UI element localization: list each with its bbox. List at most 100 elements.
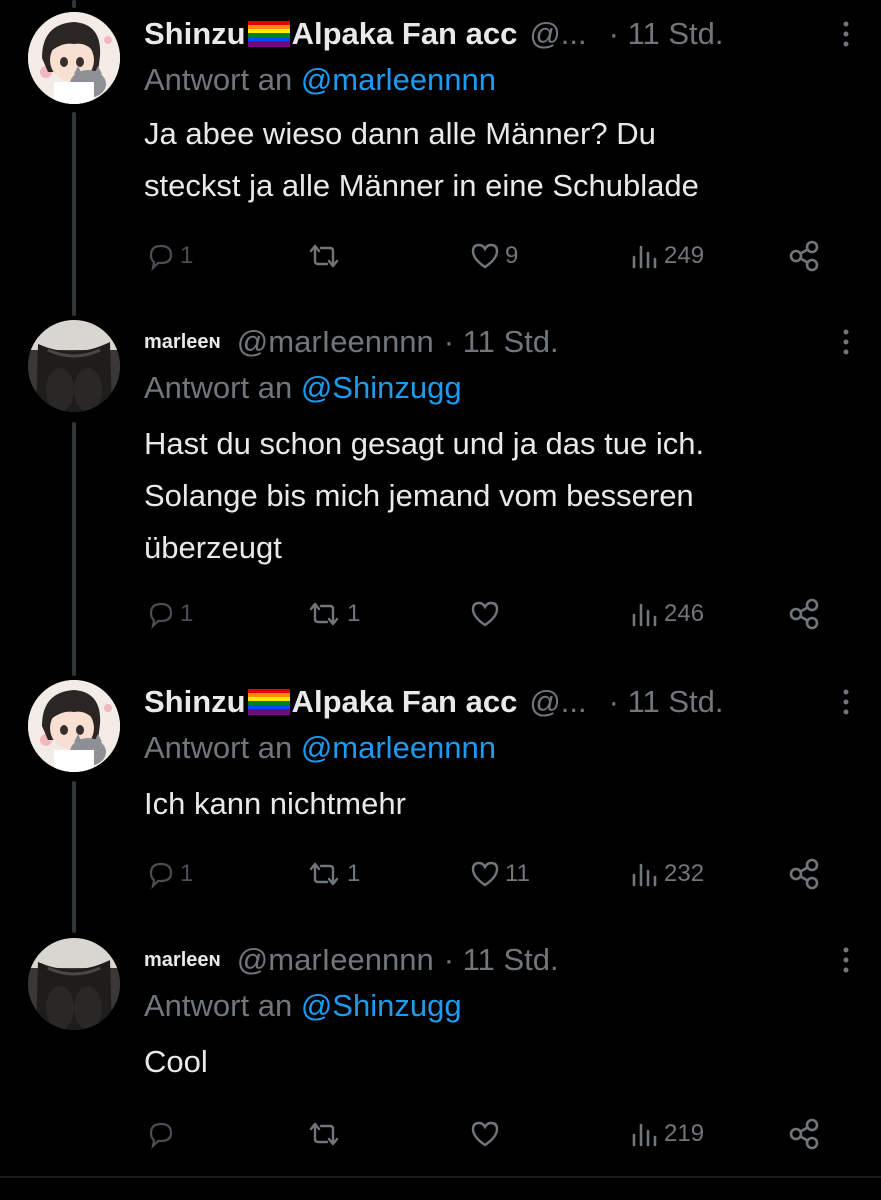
avatar[interactable] bbox=[28, 938, 120, 1030]
display-name[interactable]: Shinzu bbox=[144, 684, 246, 720]
tweet-text-line: Solange bis mich jemand vom besseren bbox=[144, 478, 694, 513]
views-icon bbox=[632, 603, 657, 627]
divider bbox=[0, 1176, 881, 1178]
views-count: 249 bbox=[664, 242, 705, 269]
timestamp[interactable]: · 11 Std. bbox=[444, 942, 559, 978]
tweet-actions: 1 9 249 bbox=[0, 236, 881, 276]
reply-button[interactable]: 1 bbox=[146, 236, 193, 276]
views-count: 219 bbox=[664, 1120, 705, 1147]
share-button[interactable] bbox=[788, 854, 822, 894]
display-name[interactable]: marleeɴ bbox=[144, 949, 221, 972]
like-icon bbox=[471, 243, 499, 269]
reply-prefix: Antwort an bbox=[144, 730, 293, 765]
tweet-text-line: Hast du schon gesagt und ja das tue ich. bbox=[144, 426, 705, 461]
tweet-text-line: steckst ja alle Männer in eine Schublade bbox=[144, 168, 699, 203]
share-icon bbox=[789, 598, 819, 630]
reply-button[interactable] bbox=[146, 1114, 180, 1154]
rainbow-flag-icon bbox=[247, 689, 290, 715]
share-button[interactable] bbox=[788, 236, 822, 276]
more-options-icon[interactable] bbox=[841, 20, 851, 50]
more-options-icon[interactable] bbox=[841, 328, 851, 358]
reply-prefix: Antwort an bbox=[144, 370, 293, 405]
repost-icon bbox=[309, 602, 339, 626]
timestamp[interactable]: · 11 Std. bbox=[444, 324, 559, 360]
views-icon bbox=[632, 863, 657, 887]
reply-context: Antwort an @marleennnn bbox=[144, 730, 496, 766]
views-button[interactable]: 246 bbox=[630, 594, 704, 634]
tweet-text: Ich kann nichtmehr bbox=[144, 778, 844, 830]
share-icon bbox=[789, 240, 819, 272]
tweet-text: Cool bbox=[144, 1036, 844, 1088]
views-icon bbox=[632, 1123, 657, 1147]
reply-icon bbox=[149, 862, 173, 889]
repost-button[interactable]: 1 bbox=[305, 854, 360, 894]
tweet-header: Shinzu Alpaka Fan acc @... · 11 Std. bbox=[144, 12, 724, 56]
reply-handle-link[interactable]: @marleennnn bbox=[301, 62, 496, 97]
share-button[interactable] bbox=[788, 1114, 822, 1154]
like-icon bbox=[471, 601, 499, 627]
reply-prefix: Antwort an bbox=[144, 988, 293, 1023]
reply-icon bbox=[149, 244, 173, 271]
user-handle[interactable]: @... bbox=[529, 16, 586, 52]
timestamp[interactable]: · 11 Std. bbox=[609, 684, 724, 720]
more-options-icon[interactable] bbox=[841, 688, 851, 718]
like-count: 9 bbox=[505, 242, 519, 269]
views-button[interactable]: 249 bbox=[630, 236, 704, 276]
reply-context: Antwort an @Shinzugg bbox=[144, 370, 462, 406]
repost-button[interactable] bbox=[305, 1114, 347, 1154]
user-handle[interactable]: @marIeennnn bbox=[237, 942, 434, 978]
tweet-text-line: Ja abee wieso dann alle Männer? Du bbox=[144, 116, 656, 151]
tweet-actions: 1 1 246 bbox=[0, 594, 881, 634]
reply-count: 1 bbox=[180, 860, 194, 887]
avatar[interactable] bbox=[28, 320, 120, 412]
thread-line bbox=[72, 0, 76, 8]
repost-button[interactable]: 1 bbox=[305, 594, 360, 634]
like-button[interactable] bbox=[469, 594, 505, 634]
reply-count: 1 bbox=[180, 242, 194, 269]
reply-handle-link[interactable]: @Shinzugg bbox=[301, 370, 462, 405]
reply-button[interactable]: 1 bbox=[146, 854, 193, 894]
share-icon bbox=[789, 1118, 819, 1150]
like-button[interactable]: 9 bbox=[469, 236, 518, 276]
repost-icon bbox=[309, 1122, 339, 1146]
tweet-header: Shinzu Alpaka Fan acc @... · 11 Std. bbox=[144, 680, 724, 724]
tweet-header: marleeɴ @marIeennnn · 11 Std. bbox=[144, 320, 559, 364]
display-name-suffix[interactable]: Alpaka Fan acc bbox=[292, 16, 518, 52]
reply-prefix: Antwort an bbox=[144, 62, 293, 97]
rainbow-flag-icon bbox=[247, 21, 290, 47]
like-button[interactable]: 11 bbox=[469, 854, 530, 894]
views-button[interactable]: 232 bbox=[630, 854, 704, 894]
reply-icon bbox=[149, 1122, 173, 1149]
reply-handle-link[interactable]: @marleennnn bbox=[301, 730, 496, 765]
tweet-text-line: Ich kann nichtmehr bbox=[144, 786, 406, 821]
display-name-suffix[interactable]: Alpaka Fan acc bbox=[292, 684, 518, 720]
repost-button[interactable] bbox=[305, 236, 347, 276]
reply-context: Antwort an @marleennnn bbox=[144, 62, 496, 98]
like-button[interactable] bbox=[469, 1114, 505, 1154]
tweet-text: Ja abee wieso dann alle Männer? Du steck… bbox=[144, 108, 844, 212]
reply-button[interactable]: 1 bbox=[146, 594, 193, 634]
reply-context: Antwort an @Shinzugg bbox=[144, 988, 462, 1024]
tweet-actions: 1 1 11 232 bbox=[0, 854, 881, 894]
user-handle[interactable]: @marIeennnn bbox=[237, 324, 434, 360]
views-count: 232 bbox=[664, 860, 705, 887]
tweet-text: Hast du schon gesagt und ja das tue ich.… bbox=[144, 418, 844, 574]
share-button[interactable] bbox=[788, 594, 822, 634]
avatar[interactable] bbox=[28, 680, 120, 772]
share-icon bbox=[789, 858, 819, 890]
tweet-actions: 219 bbox=[0, 1114, 881, 1154]
avatar[interactable] bbox=[28, 12, 120, 104]
more-options-icon[interactable] bbox=[841, 946, 851, 976]
reply-handle-link[interactable]: @Shinzugg bbox=[301, 988, 462, 1023]
timestamp[interactable]: · 11 Std. bbox=[609, 16, 724, 52]
reply-count: 1 bbox=[180, 600, 194, 627]
tweet-text-line: überzeugt bbox=[144, 530, 282, 565]
like-icon bbox=[471, 861, 499, 887]
display-name[interactable]: Shinzu bbox=[144, 16, 246, 52]
views-count: 246 bbox=[664, 600, 705, 627]
display-name[interactable]: marleeɴ bbox=[144, 331, 221, 354]
reply-icon bbox=[149, 602, 173, 629]
thread-line bbox=[72, 112, 76, 316]
views-button[interactable]: 219 bbox=[630, 1114, 704, 1154]
user-handle[interactable]: @... bbox=[529, 684, 586, 720]
